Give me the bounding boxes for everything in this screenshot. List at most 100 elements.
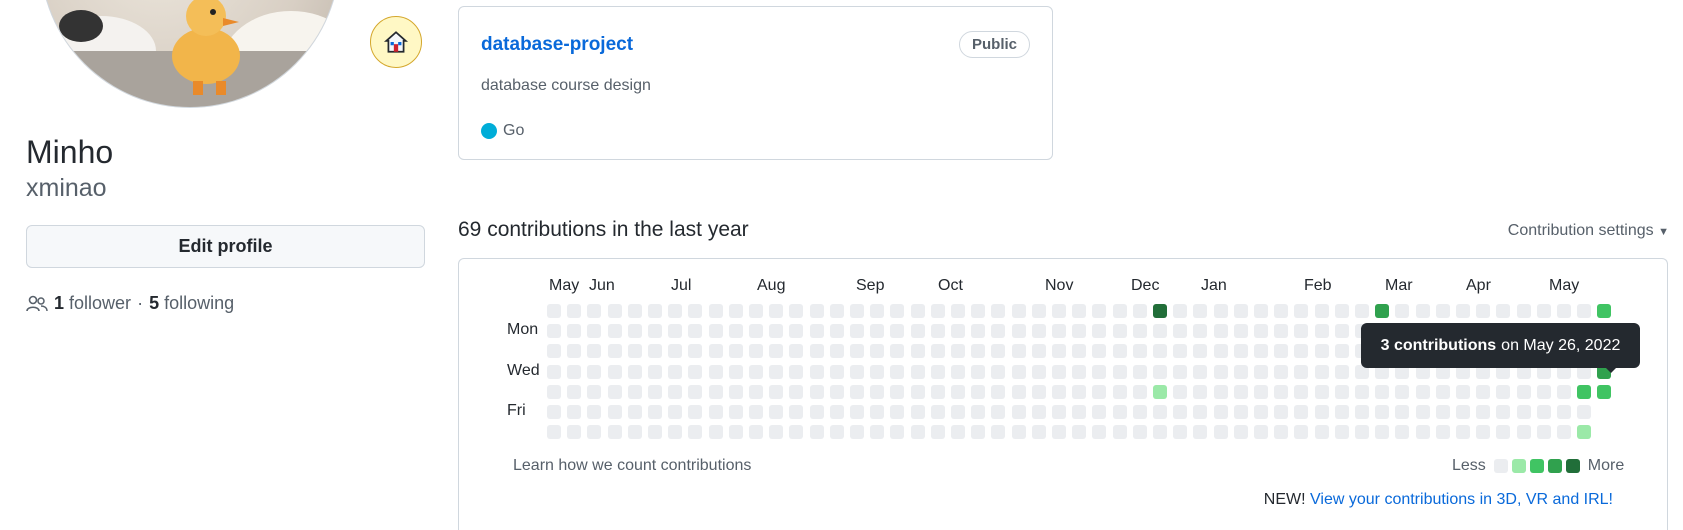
contribution-day-cell[interactable] xyxy=(930,425,945,440)
contribution-day-cell[interactable] xyxy=(1173,364,1188,379)
contribution-day-cell[interactable] xyxy=(1153,344,1167,359)
contribution-day-cell[interactable] xyxy=(1435,425,1450,440)
contribution-day-cell[interactable] xyxy=(1577,405,1592,419)
contribution-day-cell[interactable] xyxy=(648,344,662,359)
contribution-day-cell[interactable] xyxy=(567,344,582,359)
contribution-day-cell[interactable] xyxy=(1577,425,1592,440)
contribution-day-cell[interactable] xyxy=(1031,405,1046,419)
contribution-day-cell[interactable] xyxy=(789,405,804,419)
contribution-day-cell[interactable] xyxy=(1516,304,1531,318)
contribution-day-cell[interactable] xyxy=(890,344,905,359)
contribution-day-cell[interactable] xyxy=(1516,384,1531,399)
contribution-day-cell[interactable] xyxy=(1435,405,1450,419)
contribution-day-cell[interactable] xyxy=(1233,344,1248,359)
contribution-day-cell[interactable] xyxy=(1031,384,1046,399)
contribution-day-cell[interactable] xyxy=(930,364,945,379)
contribution-day-cell[interactable] xyxy=(1334,304,1349,318)
contribution-day-cell[interactable] xyxy=(1254,364,1268,379)
contribution-day-cell[interactable] xyxy=(749,384,763,399)
contribution-day-cell[interactable] xyxy=(1375,425,1390,440)
contribution-day-cell[interactable] xyxy=(688,384,703,399)
contribution-day-cell[interactable] xyxy=(769,304,784,318)
contribution-day-cell[interactable] xyxy=(1314,425,1329,440)
contribution-day-cell[interactable] xyxy=(1294,384,1309,399)
contribution-day-cell[interactable] xyxy=(1112,344,1127,359)
contribution-day-cell[interactable] xyxy=(930,304,945,318)
contribution-day-cell[interactable] xyxy=(1213,405,1228,419)
contribution-day-cell[interactable] xyxy=(870,405,885,419)
contribution-day-cell[interactable] xyxy=(1011,344,1026,359)
contribution-day-cell[interactable] xyxy=(1112,425,1127,440)
contribution-day-cell[interactable] xyxy=(971,304,986,318)
contribution-day-cell[interactable] xyxy=(1254,304,1268,318)
contribution-day-cell[interactable] xyxy=(1193,324,1208,339)
contribution-day-cell[interactable] xyxy=(1476,405,1491,419)
contribution-day-cell[interactable] xyxy=(648,405,662,419)
contribution-day-cell[interactable] xyxy=(1153,384,1167,399)
contribution-day-cell[interactable] xyxy=(1072,384,1087,399)
contribution-day-cell[interactable] xyxy=(1597,304,1612,318)
contribution-day-cell[interactable] xyxy=(668,384,683,399)
contribution-day-cell[interactable] xyxy=(547,425,561,440)
contribution-day-cell[interactable] xyxy=(1496,384,1511,399)
contribution-day-cell[interactable] xyxy=(1577,384,1592,399)
contribution-day-cell[interactable] xyxy=(668,364,683,379)
contribution-day-cell[interactable] xyxy=(547,344,561,359)
contribution-day-cell[interactable] xyxy=(769,425,784,440)
contribution-day-cell[interactable] xyxy=(910,364,925,379)
contribution-day-cell[interactable] xyxy=(829,384,844,399)
contribution-day-cell[interactable] xyxy=(991,304,1006,318)
contribution-day-cell[interactable] xyxy=(1395,425,1410,440)
contribution-day-cell[interactable] xyxy=(567,324,582,339)
contribution-day-cell[interactable] xyxy=(951,364,965,379)
contribution-day-cell[interactable] xyxy=(627,384,642,399)
contribution-day-cell[interactable] xyxy=(1334,324,1349,339)
contribution-day-cell[interactable] xyxy=(1052,384,1066,399)
contribution-day-cell[interactable] xyxy=(1112,324,1127,339)
contribution-day-cell[interactable] xyxy=(789,324,804,339)
contribution-day-cell[interactable] xyxy=(890,425,905,440)
contribution-day-cell[interactable] xyxy=(1072,324,1087,339)
contribution-day-cell[interactable] xyxy=(1395,304,1410,318)
contribution-day-cell[interactable] xyxy=(1395,384,1410,399)
contribution-day-cell[interactable] xyxy=(1536,405,1551,419)
contribution-day-cell[interactable] xyxy=(769,405,784,419)
contribution-day-cell[interactable] xyxy=(951,304,965,318)
contribution-day-cell[interactable] xyxy=(1294,304,1309,318)
contribution-day-cell[interactable] xyxy=(850,405,864,419)
contribution-day-cell[interactable] xyxy=(910,324,925,339)
contribution-day-cell[interactable] xyxy=(890,405,905,419)
contribution-day-cell[interactable] xyxy=(829,364,844,379)
contribution-day-cell[interactable] xyxy=(567,304,582,318)
view-3d-contributions-link[interactable]: View your contributions in 3D, VR and IR… xyxy=(1310,491,1613,508)
contribution-day-cell[interactable] xyxy=(1274,364,1289,379)
contribution-day-cell[interactable] xyxy=(1173,324,1188,339)
contribution-day-cell[interactable] xyxy=(1072,304,1087,318)
contribution-day-cell[interactable] xyxy=(1415,304,1430,318)
contribution-day-cell[interactable] xyxy=(1132,364,1147,379)
following-link[interactable]: 5 following xyxy=(149,293,234,314)
contribution-day-cell[interactable] xyxy=(688,304,703,318)
contribution-day-cell[interactable] xyxy=(1557,425,1571,440)
contribution-day-cell[interactable] xyxy=(910,344,925,359)
contribution-day-cell[interactable] xyxy=(728,344,743,359)
contribution-day-cell[interactable] xyxy=(668,324,683,339)
contribution-day-cell[interactable] xyxy=(789,304,804,318)
contribution-day-cell[interactable] xyxy=(688,344,703,359)
contribution-day-cell[interactable] xyxy=(1173,405,1188,419)
learn-contributions-link[interactable]: Learn how we count contributions xyxy=(513,457,751,475)
contribution-day-cell[interactable] xyxy=(749,364,763,379)
contribution-day-cell[interactable] xyxy=(587,304,602,318)
contribution-day-cell[interactable] xyxy=(1334,405,1349,419)
contribution-day-cell[interactable] xyxy=(607,304,622,318)
contribution-day-cell[interactable] xyxy=(809,384,824,399)
contribution-day-cell[interactable] xyxy=(890,324,905,339)
contribution-day-cell[interactable] xyxy=(587,384,602,399)
contribution-day-cell[interactable] xyxy=(809,324,824,339)
contribution-day-cell[interactable] xyxy=(1052,364,1066,379)
contribution-day-cell[interactable] xyxy=(1274,304,1289,318)
contribution-day-cell[interactable] xyxy=(829,344,844,359)
contribution-day-cell[interactable] xyxy=(567,425,582,440)
contribution-day-cell[interactable] xyxy=(688,425,703,440)
contribution-day-cell[interactable] xyxy=(1557,405,1571,419)
